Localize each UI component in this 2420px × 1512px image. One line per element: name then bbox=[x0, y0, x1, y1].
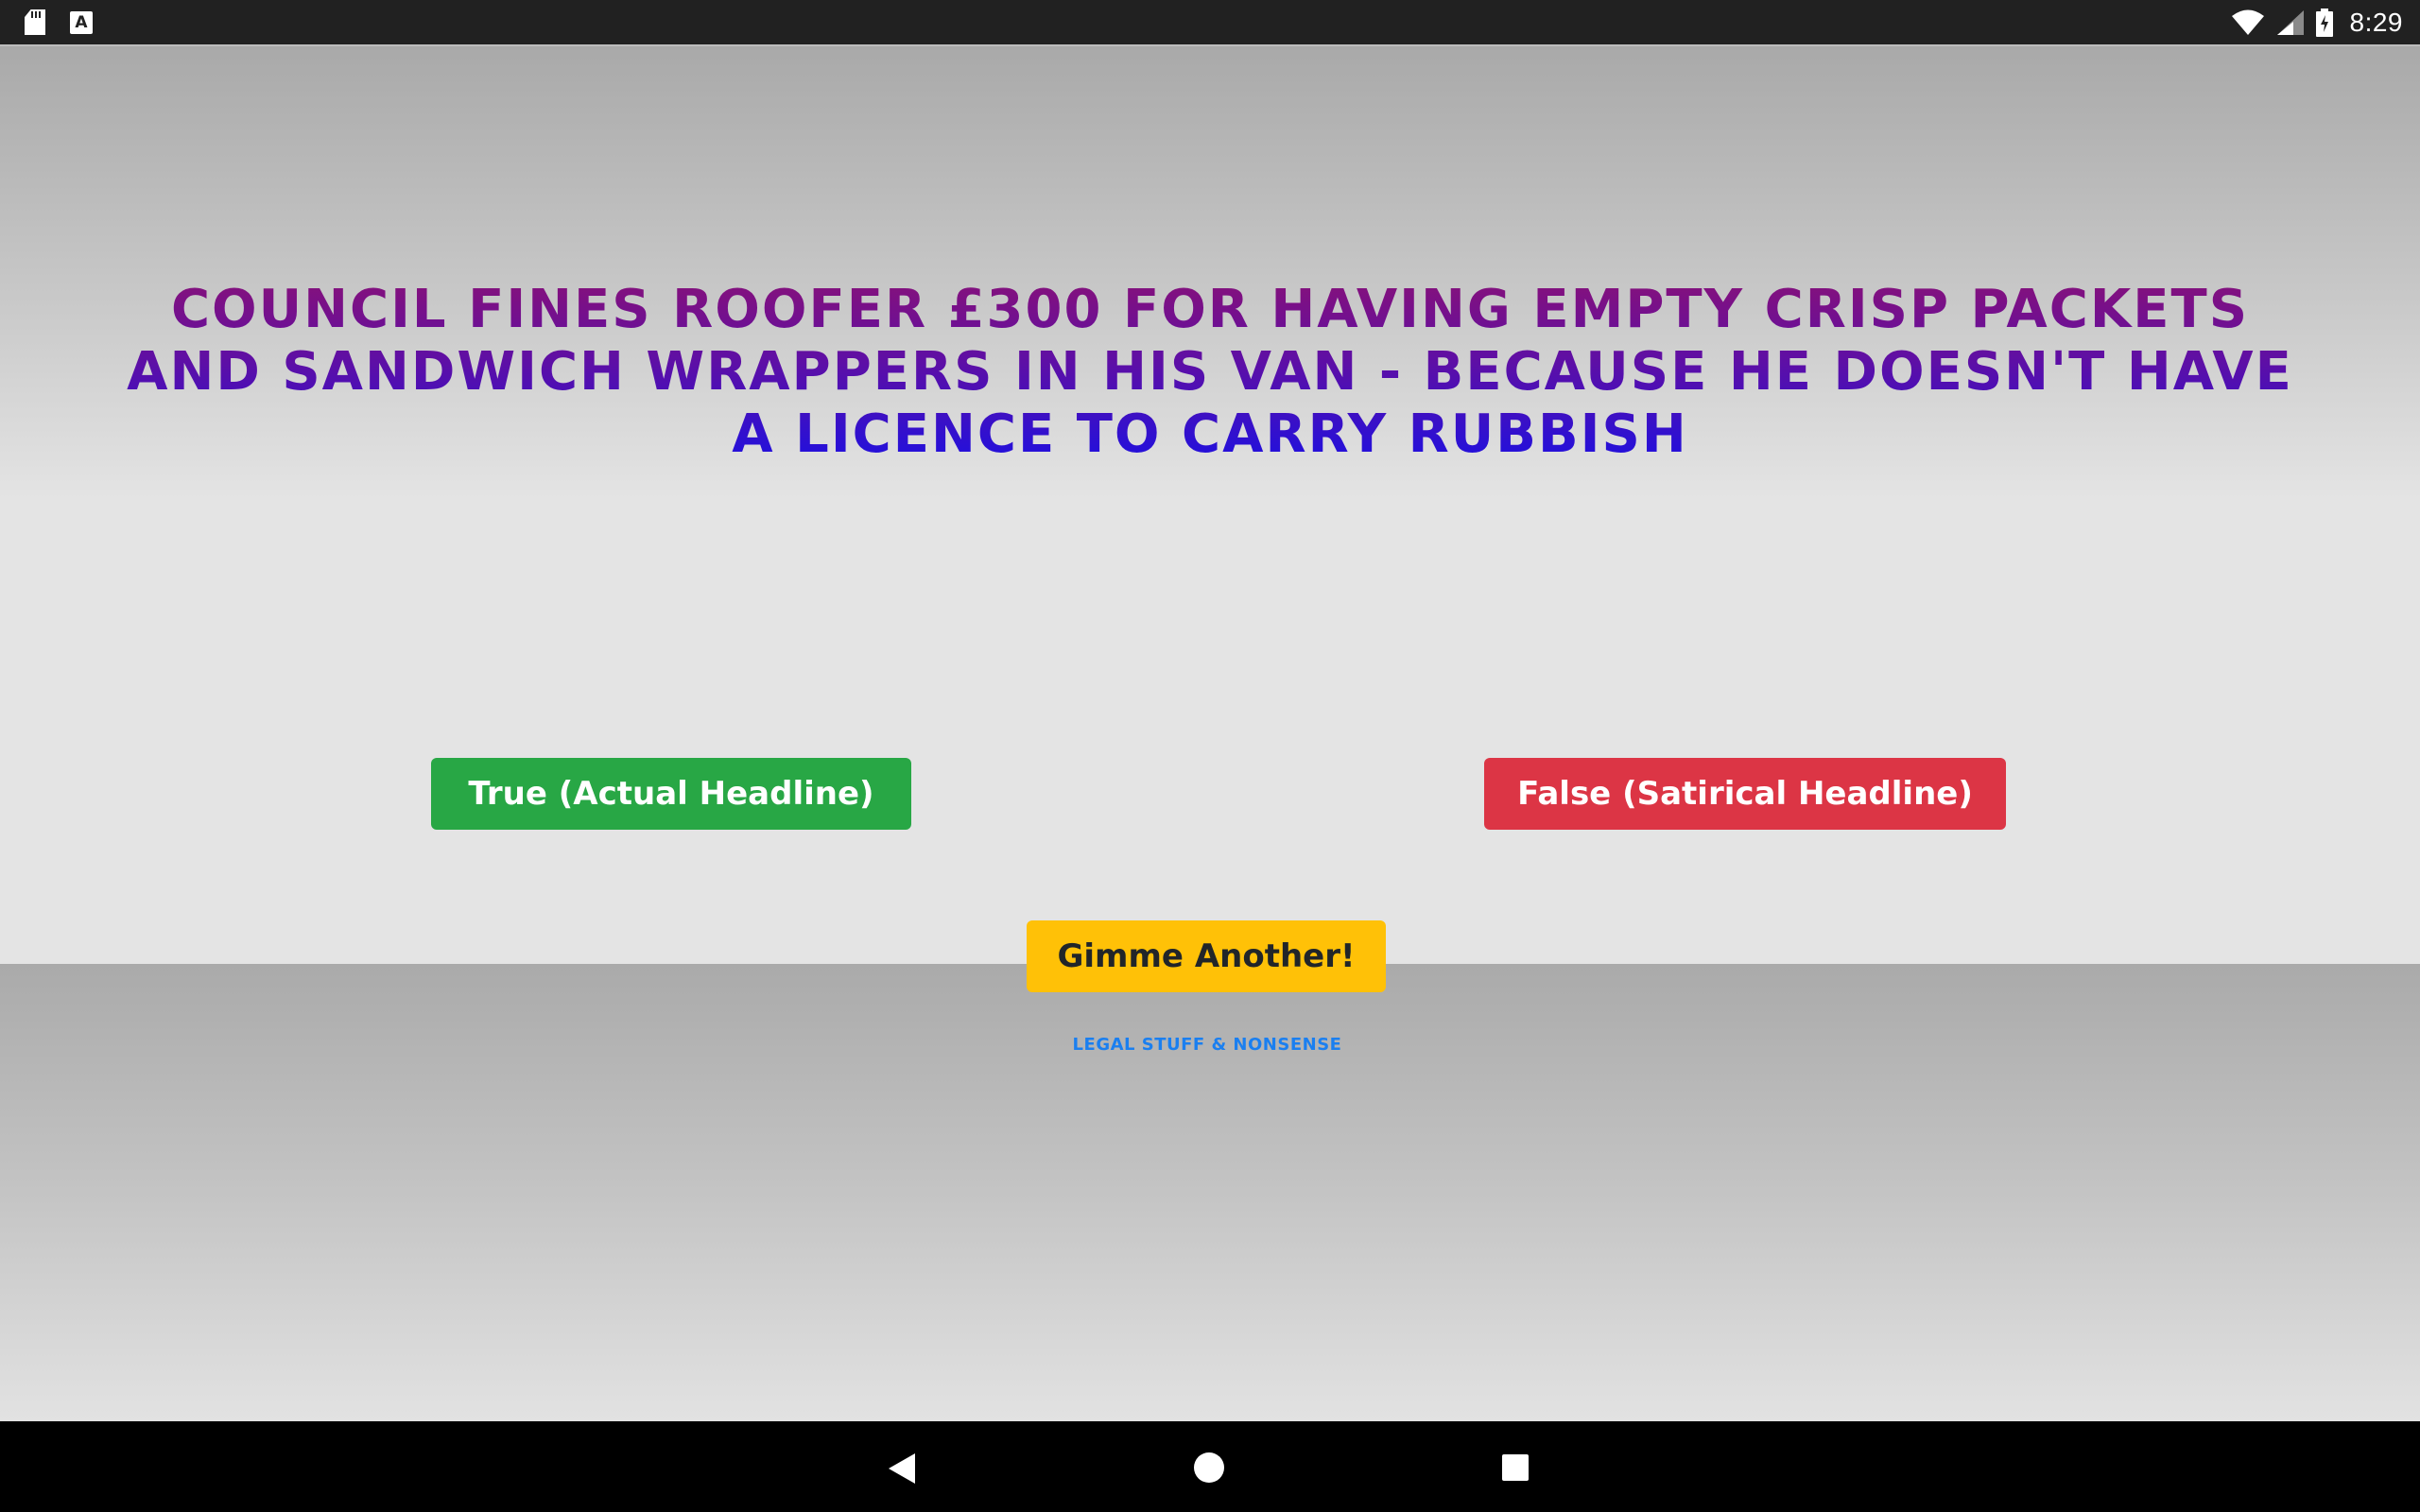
clock: 8:29 bbox=[2349, 8, 2403, 37]
app-screen: A 8:29 COUNCIL FINES ROOFER £300 FOR HAV… bbox=[0, 0, 2420, 1512]
sd-card-icon bbox=[25, 9, 45, 35]
wifi-icon bbox=[2231, 9, 2264, 35]
footer-background bbox=[0, 964, 2420, 1421]
legal-stuff-link[interactable]: LEGAL STUFF & NONSENSE bbox=[1021, 1035, 1393, 1055]
home-icon[interactable] bbox=[1194, 1452, 1224, 1483]
battery-charging-icon bbox=[2315, 9, 2333, 37]
false-satirical-headline-button[interactable]: False (Satirical Headline) bbox=[1484, 758, 2006, 830]
signal-icon bbox=[2276, 10, 2304, 35]
status-bar: A 8:29 bbox=[0, 0, 2420, 46]
quiz-page: COUNCIL FINES ROOFER £300 FOR HAVING EMP… bbox=[0, 46, 2420, 1421]
true-actual-headline-button[interactable]: True (Actual Headline) bbox=[431, 758, 911, 830]
recents-icon[interactable] bbox=[1502, 1454, 1529, 1481]
a-notification-icon: A bbox=[70, 10, 93, 34]
back-icon[interactable] bbox=[889, 1453, 915, 1484]
notification-icons: A bbox=[25, 9, 93, 35]
navigation-bar bbox=[0, 1421, 2420, 1512]
gimme-another-button[interactable]: Gimme Another! bbox=[1027, 920, 1386, 992]
headline-text: COUNCIL FINES ROOFER £300 FOR HAVING EMP… bbox=[123, 279, 2297, 466]
system-icons: 8:29 bbox=[2231, 8, 2404, 38]
